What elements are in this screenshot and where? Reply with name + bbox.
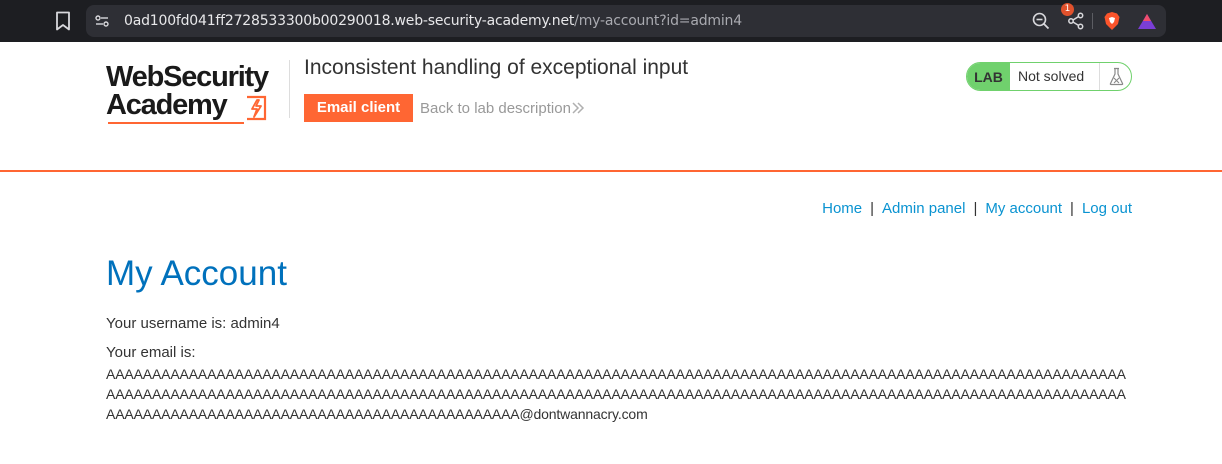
toolbar-divider <box>1092 13 1093 29</box>
lab-header: WebSecurity Academy Inconsistent handlin… <box>0 42 1222 172</box>
rewards-badge: 1 <box>1061 3 1074 16</box>
url-path: /my-account?id=admin4 <box>574 13 742 29</box>
back-to-lab-description-link[interactable]: Back to lab description <box>420 100 571 117</box>
top-navigation: Home | Admin panel | My account | Log out <box>822 200 1132 217</box>
nav-log-out-link[interactable]: Log out <box>1082 200 1132 217</box>
lightning-bolt-icon <box>247 95 267 121</box>
email-value: AAAAAAAAAAAAAAAAAAAAAAAAAAAAAAAAAAAAAAAA… <box>106 366 1126 422</box>
email-client-button[interactable]: Email client <box>304 94 413 122</box>
nav-home-link[interactable]: Home <box>822 200 862 217</box>
nav-separator: | <box>870 200 875 217</box>
bookmark-icon[interactable] <box>54 11 72 31</box>
url-host: 0ad100fd041ff2728533300b00290018.web-sec… <box>124 13 575 29</box>
brave-shield-icon[interactable] <box>1102 11 1122 31</box>
flask-icon <box>1109 67 1124 86</box>
browser-toolbar: 0ad100fd041ff2728533300b00290018.web-sec… <box>0 0 1222 42</box>
address-bar[interactable]: 0ad100fd041ff2728533300b00290018.web-sec… <box>86 5 1166 37</box>
web-security-academy-logo[interactable]: WebSecurity Academy <box>106 60 286 126</box>
header-separator <box>289 60 290 118</box>
lab-status-widget: LAB Not solved <box>966 62 1132 91</box>
page-title: My Account <box>106 254 287 293</box>
logo-underline <box>108 122 244 124</box>
username-text: Your username is: admin4 <box>106 315 280 332</box>
email-label: Your email is: <box>106 344 196 361</box>
logo-line-1: WebSecurity <box>106 61 269 93</box>
lab-status-text: Not solved <box>1018 68 1085 84</box>
double-chevron-right-icon[interactable] <box>571 101 585 115</box>
lab-title: Inconsistent handling of exceptional inp… <box>304 56 689 79</box>
logo-line-2: Academy <box>106 89 228 121</box>
site-settings-icon[interactable] <box>94 13 110 29</box>
nav-separator: | <box>1070 200 1074 217</box>
brave-rewards-icon[interactable] <box>1136 11 1158 31</box>
url-text[interactable]: 0ad100fd041ff2728533300b00290018.web-sec… <box>124 13 742 29</box>
nav-separator: | <box>973 200 978 217</box>
zoom-icon[interactable] <box>1032 12 1050 30</box>
lab-badge: LAB <box>967 63 1010 90</box>
lab-flask-box <box>1099 63 1131 90</box>
nav-my-account-link[interactable]: My account <box>985 200 1062 217</box>
nav-admin-panel-link[interactable]: Admin panel <box>882 200 965 217</box>
